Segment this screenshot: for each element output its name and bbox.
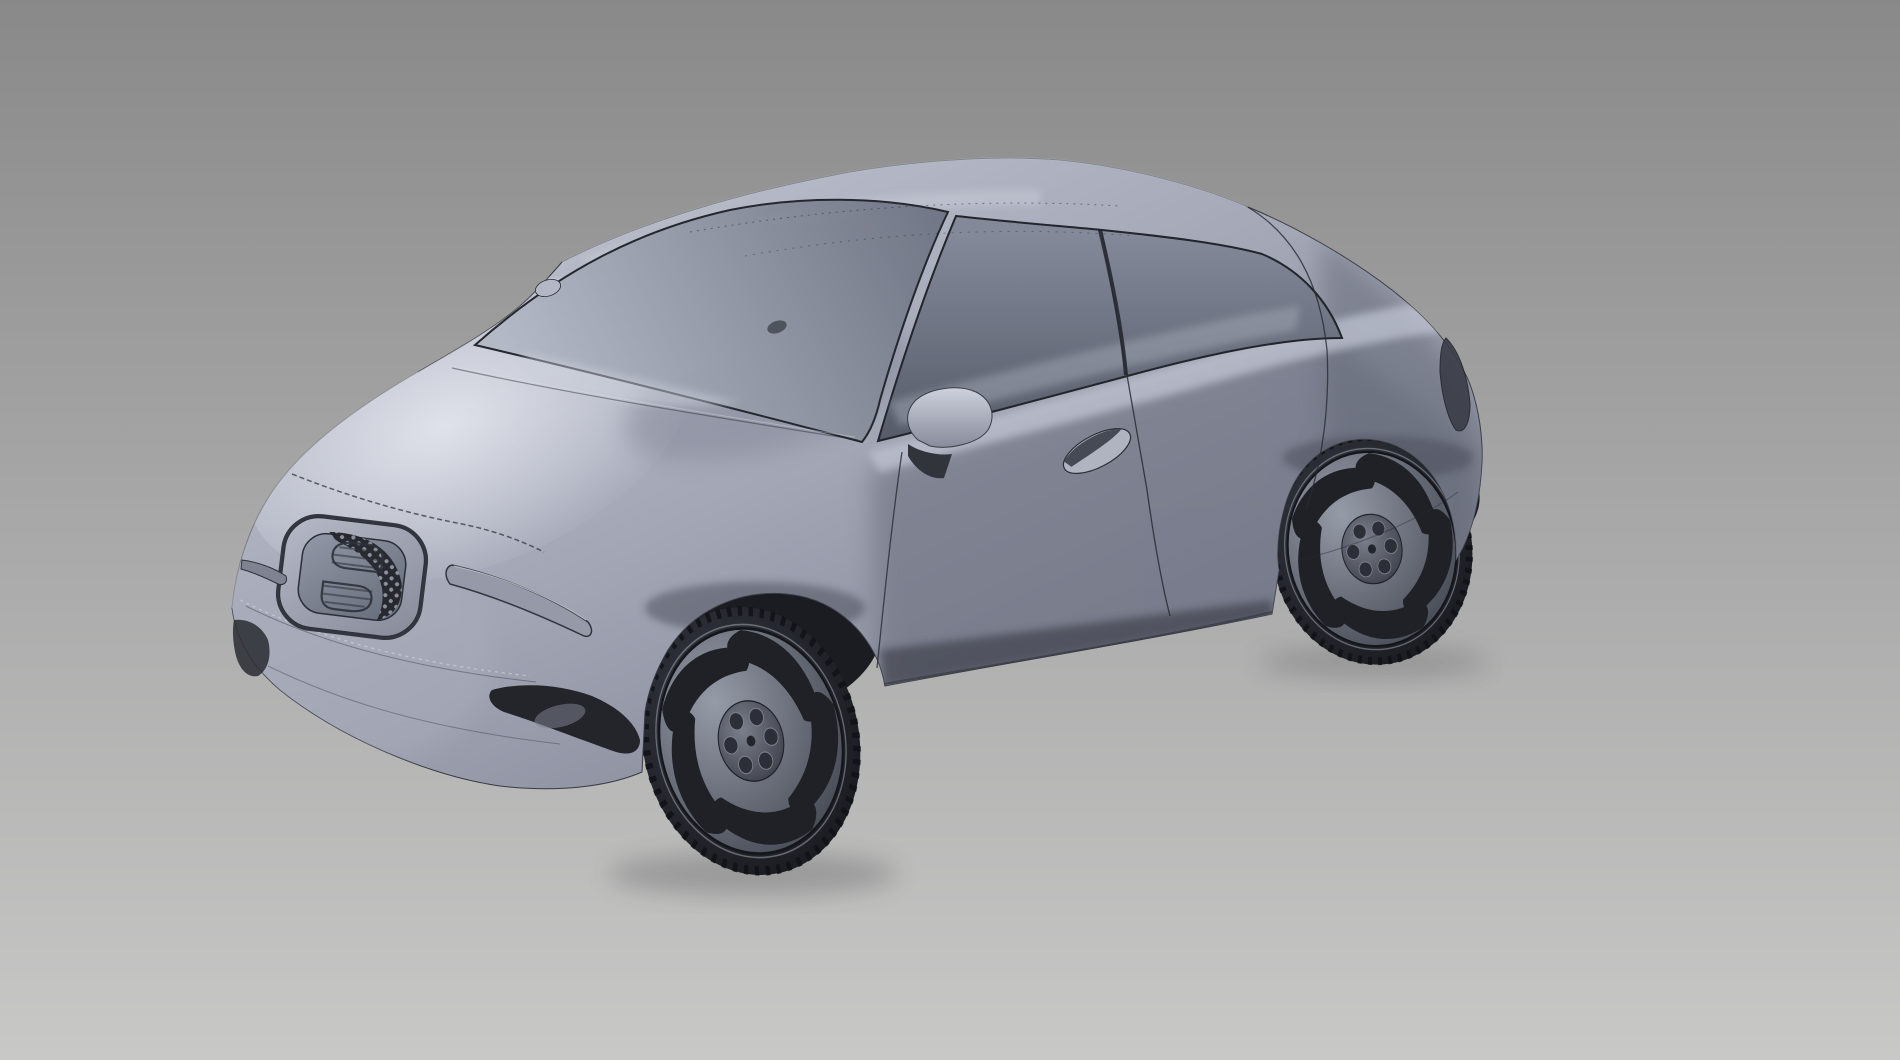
side-mirror xyxy=(908,388,992,447)
scene-svg xyxy=(0,0,1900,1060)
front-grille xyxy=(274,512,431,643)
render-viewport[interactable] xyxy=(0,0,1900,1060)
